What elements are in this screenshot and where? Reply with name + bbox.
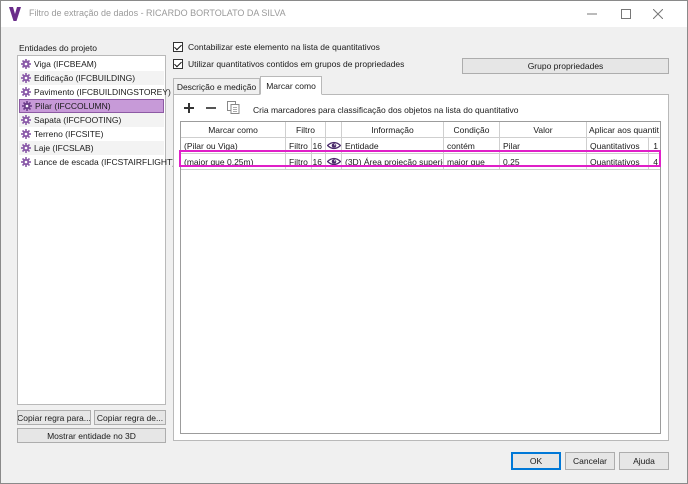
- tab-descricao-medicao[interactable]: Descrição e medição: [173, 78, 260, 95]
- header-filtro[interactable]: Filtro: [286, 122, 326, 138]
- header-informacao[interactable]: Informação: [342, 122, 444, 138]
- cancel-button[interactable]: Cancelar: [565, 452, 615, 470]
- maximize-icon[interactable]: [611, 4, 641, 24]
- cell-info[interactable]: Entidade: [342, 138, 444, 154]
- entity-item-laje[interactable]: Laje (IFCSLAB): [19, 141, 164, 155]
- gear-icon: [21, 59, 31, 69]
- entity-item-label: Viga (IFCBEAM): [34, 59, 97, 69]
- cell-filter[interactable]: Filtro: [286, 154, 312, 170]
- gear-icon: [21, 143, 31, 153]
- entity-item-viga[interactable]: Viga (IFCBEAM): [19, 57, 164, 71]
- count-element-option[interactable]: Contabilizar este elemento na lista de q…: [173, 42, 380, 52]
- header-condicao[interactable]: Condição: [444, 122, 500, 138]
- gear-icon: [21, 157, 31, 167]
- entity-item-label: Pilar (IFCCOLUMN): [35, 101, 111, 111]
- header-eye[interactable]: [326, 122, 342, 138]
- entities-label: Entidades do projeto: [19, 43, 97, 53]
- copy-rule-from-button[interactable]: Copiar regra de...: [94, 410, 166, 425]
- eye-icon[interactable]: [326, 138, 342, 154]
- entity-item-pilar[interactable]: Pilar (IFCCOLUMN): [19, 99, 164, 113]
- entity-item-label: Terreno (IFCSITE): [34, 129, 104, 139]
- cell-filter-count: 16: [312, 154, 326, 170]
- window-title: Filtro de extração de dados - RICARDO BO…: [29, 8, 286, 18]
- marker-table: Marcar como Filtro Informação Condição V…: [180, 121, 661, 434]
- use-groups-checkbox[interactable]: [173, 59, 183, 69]
- header-marcar-como[interactable]: Marcar como: [181, 122, 286, 138]
- minimize-icon[interactable]: [577, 4, 607, 24]
- entity-item-label: Sapata (IFCFOOTING): [34, 115, 122, 125]
- count-element-checkbox[interactable]: [173, 42, 183, 52]
- title-bar: Filtro de extração de dados - RICARDO BO…: [1, 1, 687, 27]
- cell-apply[interactable]: Quantitativos: [587, 154, 649, 170]
- cell-info[interactable]: (3D) Área projeção superior: [342, 154, 444, 170]
- group-properties-button[interactable]: Grupo propriedades: [462, 58, 669, 74]
- gear-icon: [21, 87, 31, 97]
- header-aplicar[interactable]: Aplicar aos quantit: [587, 122, 660, 138]
- entity-item-label: Laje (IFCSLAB): [34, 143, 94, 153]
- count-element-label: Contabilizar este elemento na lista de q…: [188, 42, 380, 52]
- entity-item-sapata[interactable]: Sapata (IFCFOOTING): [19, 113, 164, 127]
- help-button[interactable]: Ajuda: [619, 452, 669, 470]
- cell-value[interactable]: Pilar: [500, 138, 587, 154]
- header-valor[interactable]: Valor: [500, 122, 587, 138]
- cell-filter[interactable]: Filtro: [286, 138, 312, 154]
- entity-item-terreno[interactable]: Terreno (IFCSITE): [19, 127, 164, 141]
- gear-icon: [21, 73, 31, 83]
- entity-list: Viga (IFCBEAM) Edificação (IFCBUILDING) …: [17, 55, 175, 405]
- copy-icon[interactable]: [227, 101, 240, 117]
- cell-condition[interactable]: contém: [444, 138, 500, 154]
- close-icon[interactable]: [643, 4, 673, 24]
- entity-item-lance-escada[interactable]: Lance de escada (IFCSTAIRFLIGHT): [19, 155, 175, 169]
- gear-icon: [21, 129, 31, 139]
- entity-item-pavimento[interactable]: Pavimento (IFCBUILDINGSTOREY): [19, 85, 171, 99]
- cell-apply-count: 4: [649, 154, 660, 170]
- cell-condition[interactable]: maior que: [444, 154, 500, 170]
- entity-item-edificacao[interactable]: Edificação (IFCBUILDING): [19, 71, 164, 85]
- gear-icon: [22, 101, 32, 111]
- use-groups-option[interactable]: Utilizar quantitativos contidos em grupo…: [173, 59, 404, 69]
- use-groups-label: Utilizar quantitativos contidos em grupo…: [188, 59, 405, 69]
- cell-filter-count: 16: [312, 138, 326, 154]
- cell-value[interactable]: 0,25: [500, 154, 587, 170]
- tab-marcar-como[interactable]: Marcar como: [260, 76, 322, 95]
- cell-mark-as[interactable]: (Pilar ou Viga): [181, 138, 286, 154]
- entity-item-label: Edificação (IFCBUILDING): [34, 73, 136, 83]
- eye-icon[interactable]: [326, 154, 342, 170]
- show-entity-3d-button[interactable]: Mostrar entidade no 3D: [17, 428, 166, 443]
- dialog-window: Filtro de extração de dados - RICARDO BO…: [0, 0, 688, 484]
- entity-item-label: Lance de escada (IFCSTAIRFLIGHT): [34, 157, 176, 167]
- cell-mark-as[interactable]: (maior que 0,25m): [181, 154, 286, 170]
- app-logo-icon: [9, 7, 21, 21]
- toolbar-description: Cria marcadores para classificação dos o…: [253, 105, 519, 115]
- minus-icon[interactable]: [206, 100, 216, 116]
- cell-apply-count: 1: [649, 138, 660, 154]
- copy-rule-to-button[interactable]: Copiar regra para...: [17, 410, 91, 425]
- entity-item-label: Pavimento (IFCBUILDINGSTOREY): [34, 87, 171, 97]
- ok-button[interactable]: OK: [511, 452, 561, 470]
- gear-icon: [21, 115, 31, 125]
- cell-apply[interactable]: Quantitativos: [587, 138, 649, 154]
- plus-icon[interactable]: [184, 100, 194, 116]
